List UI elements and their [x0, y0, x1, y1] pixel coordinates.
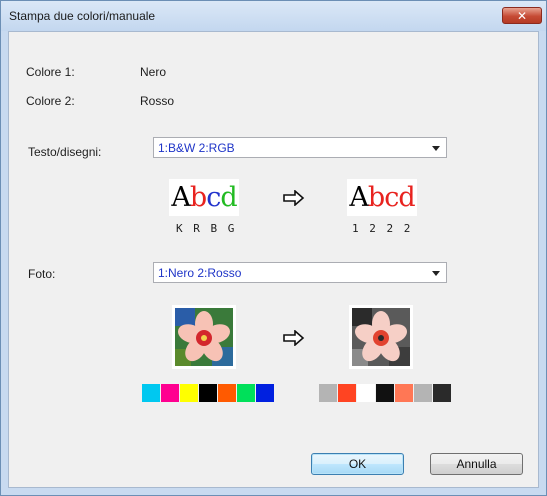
color2-value: Rosso — [140, 94, 175, 108]
color-swatch — [433, 384, 451, 402]
color2-label: Colore 2: — [26, 94, 75, 108]
color1-value: Nero — [140, 65, 167, 79]
text-sample-before: Abcd — [169, 179, 239, 216]
photo-label: Foto: — [28, 267, 56, 281]
dialog-body: Colore 1: Nero Colore 2: Rosso Testo/dis… — [8, 31, 539, 488]
close-icon: ✕ — [516, 9, 528, 23]
color1-label: Colore 1: — [26, 65, 75, 79]
color-swatch — [414, 384, 432, 402]
sample-after-letter: A — [349, 182, 368, 213]
color-swatch — [237, 384, 255, 402]
close-button[interactable]: ✕ — [502, 7, 542, 24]
text-sample-after: Abcd — [347, 179, 417, 216]
text-drawings-label: Testo/disegni: — [28, 145, 102, 159]
right-arrow-icon — [283, 190, 305, 206]
text-drawings-selected: 1:B&W 2:RGB — [158, 141, 235, 155]
color-swatch — [338, 384, 356, 402]
sample-before-letter: b — [189, 182, 207, 213]
chevron-down-icon — [432, 146, 440, 151]
color-swatch — [218, 384, 236, 402]
sample-before-letter: A — [171, 182, 190, 213]
sample-before-letter: d — [220, 182, 237, 213]
photo-sample-after — [349, 305, 413, 369]
sample-after-letter: b — [367, 182, 385, 213]
swatches-before — [142, 384, 275, 402]
photo-select[interactable]: 1:Nero 2:Rosso — [153, 262, 447, 283]
photo-selected: 1:Nero 2:Rosso — [158, 266, 242, 280]
chevron-down-icon — [432, 271, 440, 276]
text-codes-before: K R B G — [176, 222, 237, 235]
ok-button[interactable]: OK — [311, 453, 404, 475]
dialog-window: Stampa due colori/manuale ✕ Colore 1: Ne… — [0, 0, 547, 496]
text-drawings-select[interactable]: 1:B&W 2:RGB — [153, 137, 447, 158]
color-swatch — [180, 384, 198, 402]
color-swatch — [256, 384, 274, 402]
sample-after-letter: c — [384, 182, 399, 213]
color-swatch — [357, 384, 375, 402]
title-bar[interactable]: Stampa due colori/manuale ✕ — [1, 1, 546, 31]
window-title: Stampa due colori/manuale — [9, 9, 156, 23]
color-swatch — [319, 384, 337, 402]
sample-after-letter: d — [398, 182, 415, 213]
text-codes-after: 1 2 2 2 — [352, 222, 413, 235]
color-swatch — [142, 384, 160, 402]
color-swatch — [199, 384, 217, 402]
color-swatch — [376, 384, 394, 402]
color-swatch — [395, 384, 413, 402]
photo-sample-before — [172, 305, 236, 369]
right-arrow-icon — [283, 330, 305, 346]
swatches-after — [319, 384, 452, 402]
cancel-button[interactable]: Annulla — [430, 453, 523, 475]
sample-before-letter: c — [206, 182, 221, 213]
color-swatch — [161, 384, 179, 402]
